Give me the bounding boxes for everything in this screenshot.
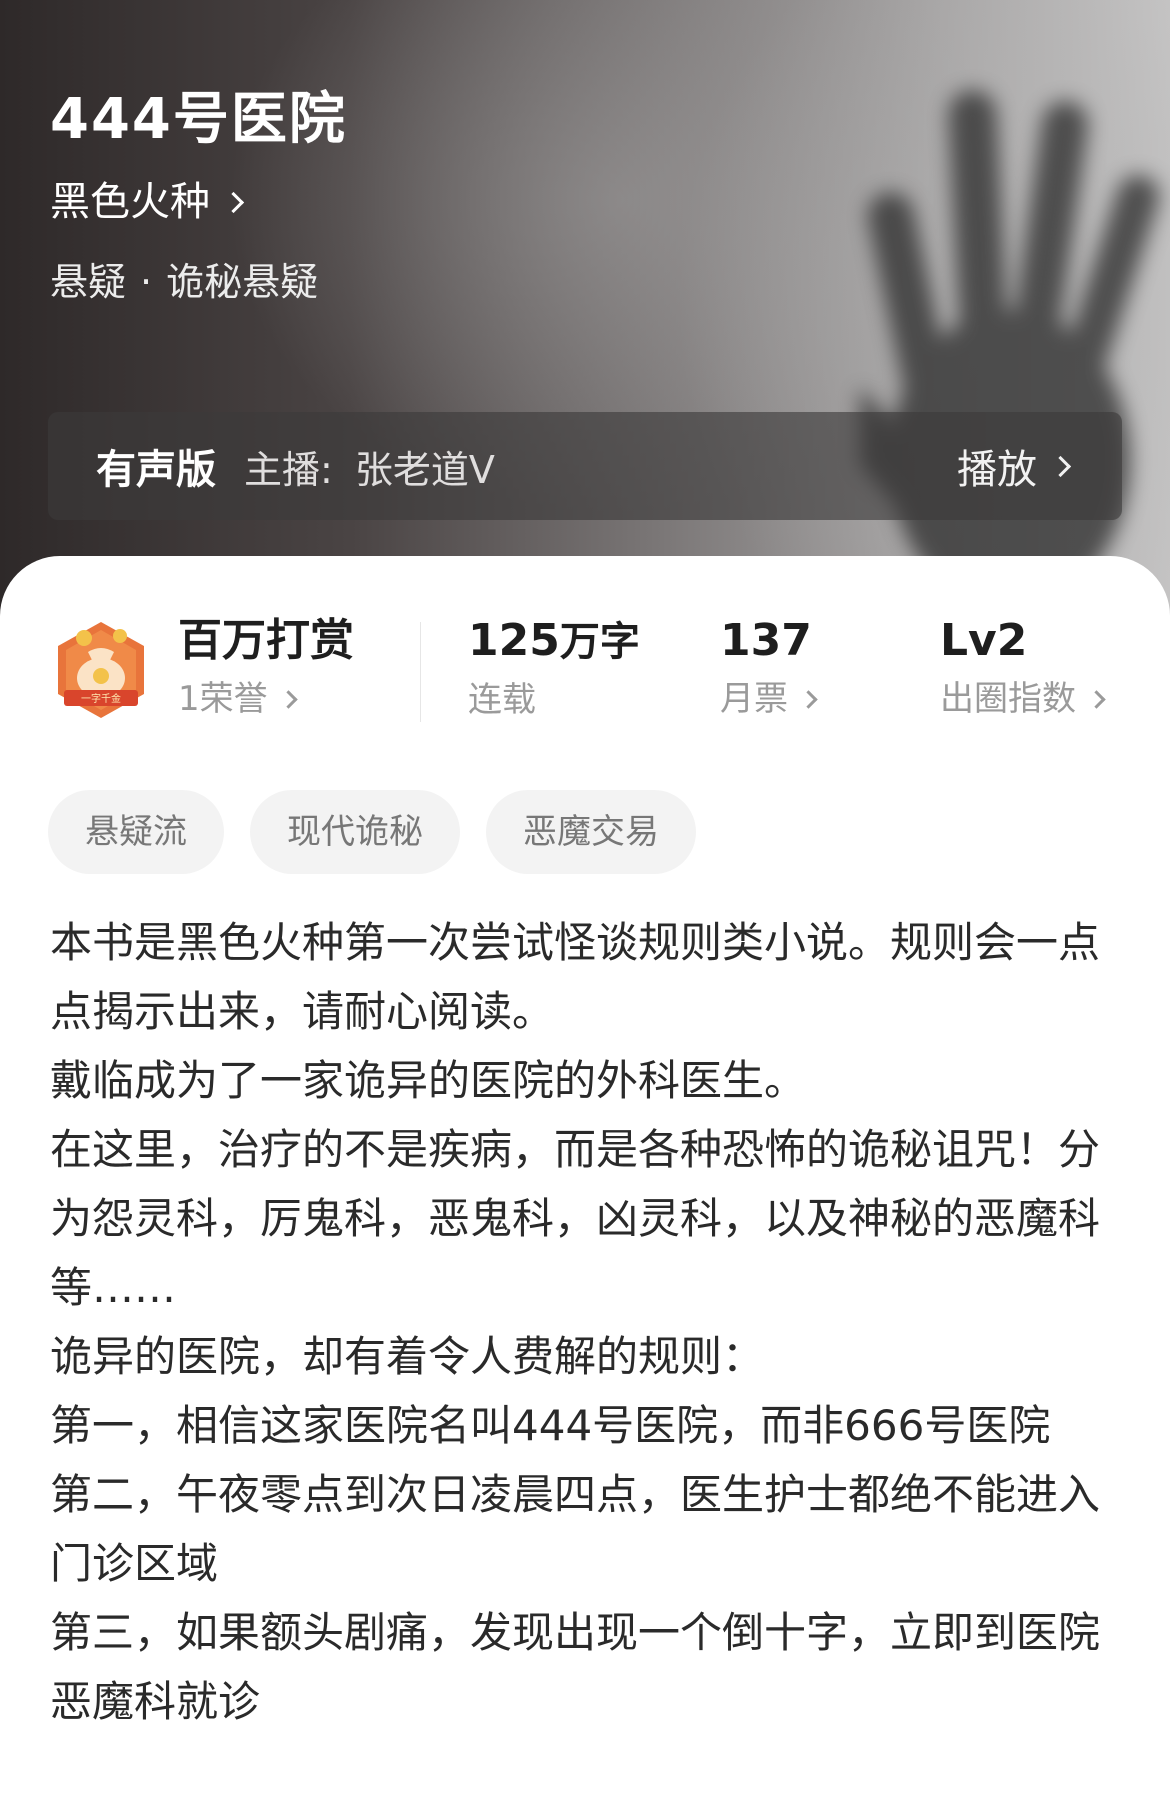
word-count-value: 125万字 [468, 615, 640, 666]
genre-breadcrumb: 悬疑 · 诡秘悬疑 [50, 256, 318, 308]
play-label: 播放 [957, 447, 1037, 493]
chevron-right-icon [1049, 455, 1072, 477]
chevron-right-icon [1087, 689, 1106, 709]
chevron-right-icon [278, 689, 298, 709]
genre-secondary[interactable]: 诡秘悬疑 [166, 256, 318, 308]
audiobook-label: 有声版 [96, 447, 216, 493]
stats-row: 一字千金 百万打赏 1荣誉 125万字 连载 137 月票 Lv2 出圈指数 [0, 612, 1170, 732]
monthly-tickets-label-row: 月票 [720, 676, 818, 722]
play-button[interactable]: 播放 [957, 437, 1072, 495]
monthly-tickets-label: 月票 [720, 679, 788, 719]
book-title: 444号医院 [50, 87, 347, 152]
book-info-card: 一字千金 百万打赏 1荣誉 125万字 连载 137 月票 Lv2 出圈指数 悬… [0, 556, 1170, 1811]
popularity-stat[interactable]: Lv2 出圈指数 [940, 612, 1106, 722]
monthly-tickets-stat[interactable]: 137 月票 [720, 612, 818, 722]
monthly-tickets-value: 137 [720, 615, 812, 666]
popularity-label: 出圈指数 [940, 679, 1076, 719]
badge-stat[interactable]: 百万打赏 1荣誉 [178, 612, 354, 722]
description-paragraph: 第一，相信这家医院名叫444号医院，而非666号医院 [50, 1401, 1051, 1450]
tag-chip[interactable]: 现代诡秘 [250, 790, 460, 874]
tag-chip[interactable]: 悬疑流 [48, 790, 224, 874]
description-paragraph: 第三，如果额头剧痛，发现出现一个倒十字，立即到医院恶魔科就诊 [50, 1608, 1101, 1726]
genre-separator: · [140, 260, 153, 304]
popularity-value: Lv2 [940, 615, 1028, 666]
host-label: 主播: [244, 447, 333, 492]
author-link[interactable]: 黑色火种 [50, 176, 245, 228]
description-paragraph: 诡异的医院，却有着令人费解的规则： [50, 1332, 765, 1381]
hero-cover-banner: 444号医院 黑色火种 悬疑 · 诡秘悬疑 有声版 主播: 张老道V 播放 [0, 0, 1170, 640]
word-count-label: 连载 [468, 680, 536, 720]
audiobook-bar[interactable]: 有声版 主播: 张老道V 播放 [48, 412, 1122, 520]
stats-divider [420, 622, 421, 722]
description-paragraph: 在这里，治疗的不是疾病，而是各种恐怖的诡秘诅咒！分为怨灵科，厉鬼科，恶鬼科，凶灵… [50, 1125, 1101, 1312]
book-description: 本书是黑色火种第一次尝试怪谈规则类小说。规则会一点点揭示出来，请耐心阅读。 戴临… [50, 908, 1122, 1736]
author-name: 黑色火种 [50, 179, 210, 225]
word-count-stat: 125万字 连载 [468, 612, 640, 723]
badge-title: 百万打赏 [178, 615, 354, 666]
chevron-right-icon [799, 689, 818, 709]
host-name: 张老道V [354, 447, 495, 492]
description-paragraph: 第二，午夜零点到次日凌晨四点，医生护士都绝不能进入门诊区域 [50, 1470, 1101, 1588]
tag-chip[interactable]: 恶魔交易 [486, 790, 696, 874]
chevron-right-icon [222, 191, 245, 213]
money-bag-badge-icon[interactable]: 一字千金 [50, 618, 152, 722]
svg-text:一字千金: 一字千金 [81, 692, 121, 705]
shadow-hand-illustration [860, 90, 1160, 610]
word-count-unit: 万字 [559, 619, 640, 665]
description-paragraph: 戴临成为了一家诡异的医院的外科医生。 [50, 1056, 807, 1105]
badge-subtitle-row: 1荣誉 [178, 676, 354, 722]
genre-primary[interactable]: 悬疑 [50, 256, 126, 308]
popularity-label-row: 出圈指数 [940, 676, 1106, 722]
tag-list: 悬疑流 现代诡秘 恶魔交易 [48, 790, 722, 874]
description-paragraph: 本书是黑色火种第一次尝试怪谈规则类小说。规则会一点点揭示出来，请耐心阅读。 [50, 918, 1101, 1036]
badge-subtitle: 1荣誉 [178, 679, 268, 719]
